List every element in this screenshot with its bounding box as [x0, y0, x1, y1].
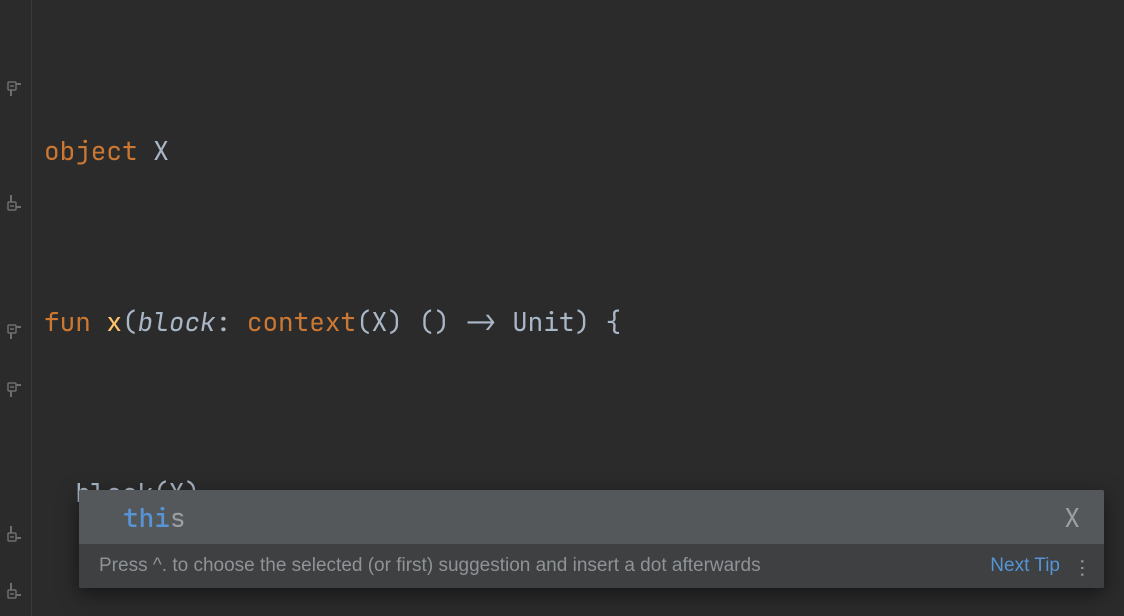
fold-marker-end-icon[interactable]: [6, 525, 24, 543]
completion-item[interactable]: this X: [79, 490, 1104, 544]
fold-marker-end-icon[interactable]: [6, 194, 24, 212]
completion-popup: this X Press ^. to choose the selected (…: [79, 490, 1104, 588]
hint-text: Press ^. to choose the selected (or firs…: [99, 555, 978, 577]
fold-marker-end-icon[interactable]: [6, 582, 24, 600]
completion-item-label: this: [123, 500, 185, 535]
fold-marker-start-icon[interactable]: [6, 381, 24, 399]
completion-hint-bar: Press ^. to choose the selected (or firs…: [79, 544, 1104, 588]
fold-marker-start-icon[interactable]: [6, 323, 24, 341]
next-tip-link[interactable]: Next Tip: [990, 555, 1060, 577]
code-line: fun x(block: context(X) () -> Unit) {: [44, 293, 1112, 350]
fold-marker-start-icon[interactable]: [6, 80, 24, 98]
completion-item-type: X: [1064, 500, 1080, 535]
gutter: [0, 0, 32, 616]
code-line: object X: [44, 122, 1112, 179]
